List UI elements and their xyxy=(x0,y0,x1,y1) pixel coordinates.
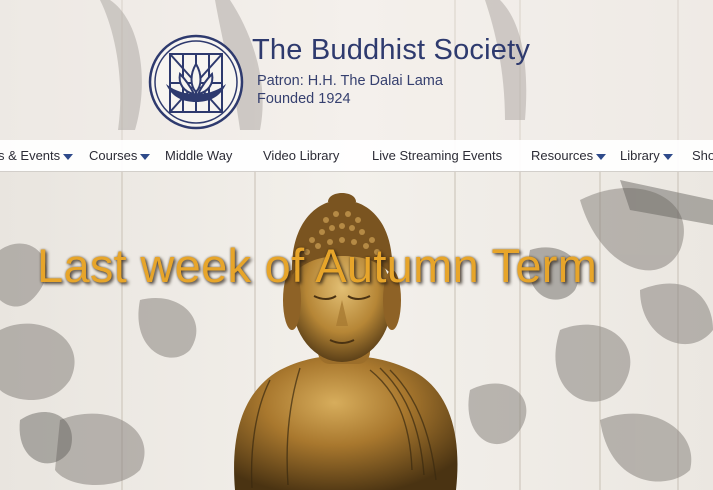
main-nav: s & Events Courses Middle Way Video Libr… xyxy=(0,140,713,172)
lotus-emblem-icon[interactable] xyxy=(148,34,244,130)
hero-headline[interactable]: Last week of Autumn Term xyxy=(37,238,597,293)
nav-item-middle-way[interactable]: Middle Way xyxy=(165,140,232,171)
chevron-down-icon xyxy=(662,153,673,160)
patron-text: Patron: H.H. The Dalai Lama xyxy=(257,73,443,89)
nav-item-label: Library xyxy=(620,148,660,163)
nav-item-label: Courses xyxy=(89,148,138,163)
nav-item-label: Resources xyxy=(531,148,594,163)
nav-item-library[interactable]: Library xyxy=(620,140,673,171)
nav-item-label: Sho xyxy=(692,148,713,163)
nav-item-talks-events[interactable]: s & Events xyxy=(0,140,74,171)
nav-item-label: Live Streaming Events xyxy=(372,148,503,163)
site-title[interactable]: The Buddhist Society xyxy=(252,34,530,67)
chevron-down-icon xyxy=(63,153,74,160)
chevron-down-icon xyxy=(596,153,607,160)
nav-item-live-streaming-events[interactable]: Live Streaming Events xyxy=(372,140,502,171)
nav-item-label: s & Events xyxy=(0,148,61,163)
nav-item-video-library[interactable]: Video Library xyxy=(263,140,339,171)
nav-item-courses[interactable]: Courses xyxy=(89,140,151,171)
nav-item-label: Middle Way xyxy=(165,148,233,163)
founded-text: Founded 1924 xyxy=(257,91,351,107)
chevron-down-icon xyxy=(140,153,151,160)
nav-item-resources[interactable]: Resources xyxy=(531,140,607,171)
nav-item-shop[interactable]: Sho xyxy=(692,140,713,171)
nav-item-label: Video Library xyxy=(263,148,340,163)
